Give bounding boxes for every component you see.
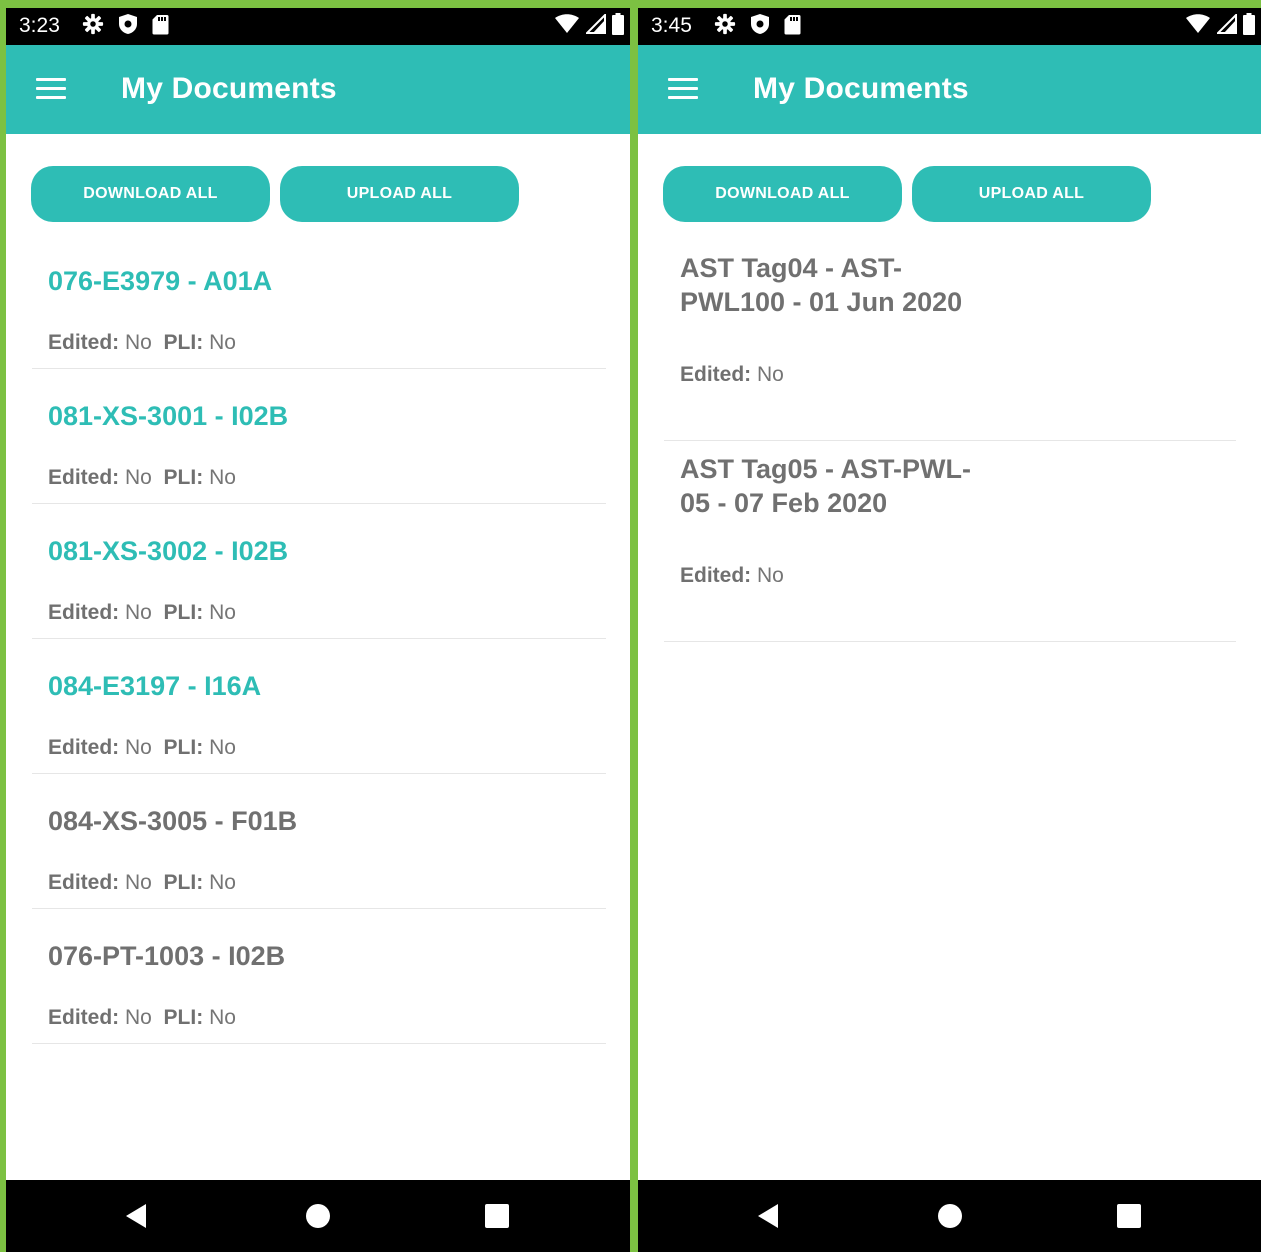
pli-value: No xyxy=(209,466,236,489)
battery-icon xyxy=(612,13,624,40)
edited-value: No xyxy=(125,331,152,354)
document-title[interactable]: 084-E3197 - I16A xyxy=(48,669,261,703)
navigation-bar xyxy=(6,1180,630,1252)
document-meta: Edited: No PLI: No xyxy=(48,1006,236,1030)
wifi-icon xyxy=(554,14,580,39)
page-title: My Documents xyxy=(121,72,337,105)
hamburger-menu-icon[interactable] xyxy=(36,78,66,100)
document-meta: Edited: No PLI: No xyxy=(48,601,236,625)
document-list: AST Tag04 - AST-PWL100 - 01 Jun 2020 Edi… xyxy=(664,240,1236,642)
home-icon[interactable] xyxy=(920,1180,980,1252)
document-item[interactable]: 084-E3197 - I16A Edited: No PLI: No xyxy=(32,639,606,774)
pli-value: No xyxy=(209,736,236,759)
edited-label: Edited: xyxy=(48,736,120,759)
signal-icon xyxy=(1215,12,1237,39)
edited-label: Edited: xyxy=(48,1006,120,1029)
edited-value: No xyxy=(125,1006,152,1029)
signal-icon xyxy=(584,12,606,39)
status-time: 3:45 xyxy=(651,14,692,37)
home-icon[interactable] xyxy=(288,1180,348,1252)
document-title[interactable]: 081-XS-3001 - I02B xyxy=(48,399,288,433)
document-meta: Edited: No PLI: No xyxy=(48,871,236,895)
phone-screen-right: 3:45 My Documents DOWNLOAD ALL UPLOAD AL… xyxy=(638,8,1261,1252)
back-icon[interactable] xyxy=(738,1180,798,1252)
app-bar: My Documents xyxy=(6,45,630,134)
document-meta: Edited: No PLI: No xyxy=(48,466,236,490)
download-all-button[interactable]: DOWNLOAD ALL xyxy=(663,166,902,222)
edited-value: No xyxy=(125,736,152,759)
document-meta: Edited: No PLI: No xyxy=(48,736,236,760)
document-meta: Edited: No PLI: No xyxy=(48,331,236,355)
navigation-bar xyxy=(638,1180,1261,1252)
document-item[interactable]: AST Tag04 - AST-PWL100 - 01 Jun 2020 Edi… xyxy=(664,240,1236,441)
hamburger-menu-icon[interactable] xyxy=(668,78,698,100)
gear-icon xyxy=(714,13,736,40)
edited-value: No xyxy=(757,564,784,587)
document-meta: Edited: No xyxy=(680,564,784,588)
edited-label: Edited: xyxy=(48,871,120,894)
pli-value: No xyxy=(209,331,236,354)
upload-all-button[interactable]: UPLOAD ALL xyxy=(912,166,1151,222)
download-all-button[interactable]: DOWNLOAD ALL xyxy=(31,166,270,222)
recents-icon[interactable] xyxy=(1099,1180,1159,1252)
pli-value: No xyxy=(209,871,236,894)
shield-icon xyxy=(118,13,138,40)
gear-icon xyxy=(82,13,104,40)
battery-icon xyxy=(1243,13,1255,40)
pli-label: PLI: xyxy=(163,331,204,354)
pli-label: PLI: xyxy=(163,871,204,894)
pli-value: No xyxy=(209,1006,236,1029)
document-item[interactable]: 076-PT-1003 - I02B Edited: No PLI: No xyxy=(32,909,606,1044)
document-item[interactable]: AST Tag05 - AST-PWL-05 - 07 Feb 2020 Edi… xyxy=(664,441,1236,642)
pli-label: PLI: xyxy=(163,736,204,759)
sd-card-icon xyxy=(784,14,801,40)
wifi-icon xyxy=(1185,14,1211,39)
shield-icon xyxy=(750,13,770,40)
edited-value: No xyxy=(757,363,784,386)
edited-label: Edited: xyxy=(48,466,120,489)
edited-label: Edited: xyxy=(48,331,120,354)
pli-value: No xyxy=(209,601,236,624)
pli-label: PLI: xyxy=(163,601,204,624)
edited-value: No xyxy=(125,466,152,489)
edited-value: No xyxy=(125,601,152,624)
document-item[interactable]: 084-XS-3005 - F01B Edited: No PLI: No xyxy=(32,774,606,909)
status-bar: 3:23 xyxy=(6,8,630,45)
document-title[interactable]: AST Tag04 - AST-PWL100 - 01 Jun 2020 xyxy=(680,252,990,319)
document-title[interactable]: 076-PT-1003 - I02B xyxy=(48,939,285,973)
edited-label: Edited: xyxy=(680,363,752,386)
recents-icon[interactable] xyxy=(467,1180,527,1252)
back-icon[interactable] xyxy=(106,1180,166,1252)
pli-label: PLI: xyxy=(163,1006,204,1029)
page-title: My Documents xyxy=(753,72,969,105)
document-item[interactable]: 081-XS-3002 - I02B Edited: No PLI: No xyxy=(32,504,606,639)
edited-label: Edited: xyxy=(48,601,120,624)
phone-screen-left: 3:23 My Documents DOWNLOAD ALL UPLOAD AL… xyxy=(6,8,630,1252)
document-item[interactable]: 076-E3979 - A01A Edited: No PLI: No xyxy=(32,234,606,369)
document-item[interactable]: 081-XS-3001 - I02B Edited: No PLI: No xyxy=(32,369,606,504)
document-meta: Edited: No xyxy=(680,363,784,387)
document-list: 076-E3979 - A01A Edited: No PLI: No 081-… xyxy=(32,234,606,1044)
pli-label: PLI: xyxy=(163,466,204,489)
status-bar: 3:45 xyxy=(638,8,1261,45)
sd-card-icon xyxy=(152,14,169,40)
document-title[interactable]: 076-E3979 - A01A xyxy=(48,264,272,298)
edited-value: No xyxy=(125,871,152,894)
app-bar: My Documents xyxy=(638,45,1261,134)
document-title[interactable]: 081-XS-3002 - I02B xyxy=(48,534,288,568)
status-time: 3:23 xyxy=(19,14,60,37)
document-title[interactable]: AST Tag05 - AST-PWL-05 - 07 Feb 2020 xyxy=(680,453,990,520)
edited-label: Edited: xyxy=(680,564,752,587)
upload-all-button[interactable]: UPLOAD ALL xyxy=(280,166,519,222)
document-title[interactable]: 084-XS-3005 - F01B xyxy=(48,804,297,838)
